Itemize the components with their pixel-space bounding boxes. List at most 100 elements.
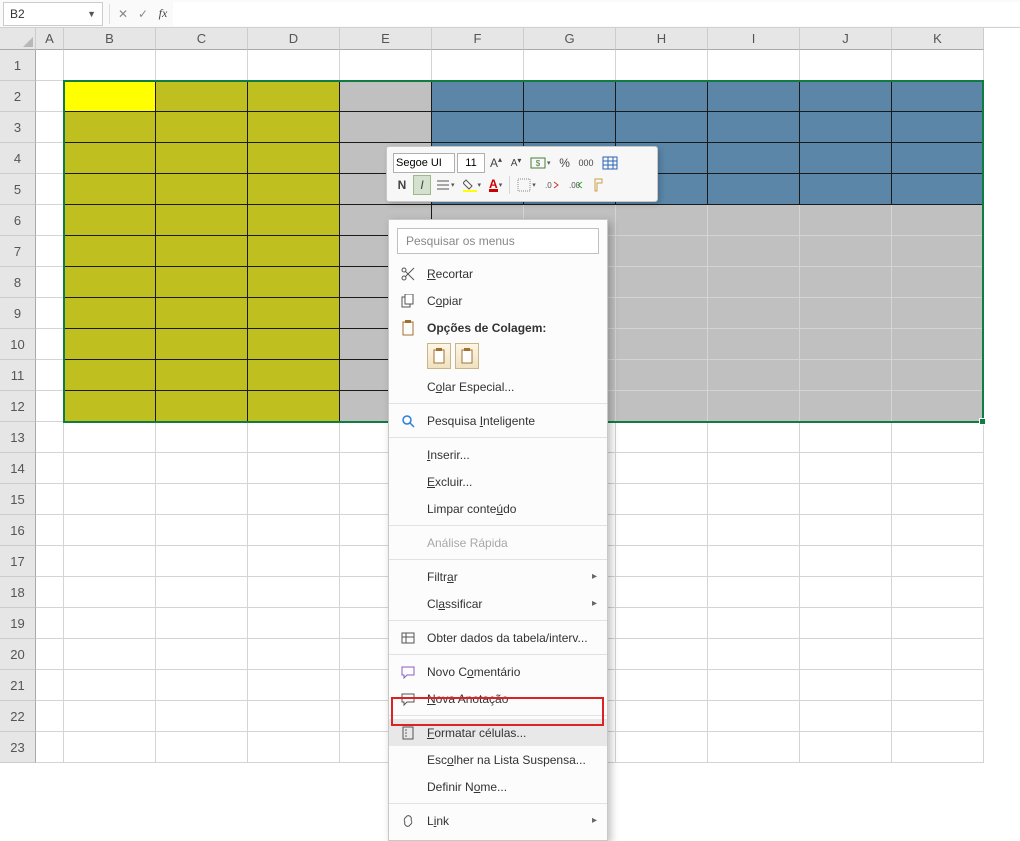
cell-K18[interactable] <box>892 577 984 608</box>
cell-A9[interactable] <box>36 298 64 329</box>
row-header-17[interactable]: 17 <box>0 546 36 577</box>
row-header-6[interactable]: 6 <box>0 205 36 236</box>
cell-D8[interactable] <box>248 267 340 298</box>
column-header-A[interactable]: A <box>36 28 64 50</box>
row-header-19[interactable]: 19 <box>0 608 36 639</box>
cell-I23[interactable] <box>708 732 800 763</box>
cell-D1[interactable] <box>248 50 340 81</box>
bold-button[interactable]: N <box>393 175 411 195</box>
row-header-13[interactable]: 13 <box>0 422 36 453</box>
cell-I3[interactable] <box>708 112 800 143</box>
select-all-corner[interactable] <box>0 28 36 50</box>
cell-A5[interactable] <box>36 174 64 205</box>
cell-D19[interactable] <box>248 608 340 639</box>
column-header-D[interactable]: D <box>248 28 340 50</box>
cell-I9[interactable] <box>708 298 800 329</box>
column-header-E[interactable]: E <box>340 28 432 50</box>
cell-I7[interactable] <box>708 236 800 267</box>
row-header-14[interactable]: 14 <box>0 453 36 484</box>
cell-I12[interactable] <box>708 391 800 422</box>
cell-B18[interactable] <box>64 577 156 608</box>
menu-item-sort[interactable]: Classificar▸ <box>389 590 607 617</box>
cell-A23[interactable] <box>36 732 64 763</box>
cell-D23[interactable] <box>248 732 340 763</box>
cell-A17[interactable] <box>36 546 64 577</box>
cell-C2[interactable] <box>156 81 248 112</box>
cell-J23[interactable] <box>800 732 892 763</box>
cell-C14[interactable] <box>156 453 248 484</box>
cell-B11[interactable] <box>64 360 156 391</box>
cell-A12[interactable] <box>36 391 64 422</box>
cell-B12[interactable] <box>64 391 156 422</box>
row-header-18[interactable]: 18 <box>0 577 36 608</box>
cell-I4[interactable] <box>708 143 800 174</box>
fill-color-button[interactable]: ▾ <box>460 175 485 195</box>
cell-A16[interactable] <box>36 515 64 546</box>
cell-J15[interactable] <box>800 484 892 515</box>
row-header-3[interactable]: 3 <box>0 112 36 143</box>
paste-option-paste[interactable] <box>427 343 451 369</box>
increase-font-button[interactable]: A▴ <box>487 153 505 173</box>
align-button[interactable]: ▾ <box>433 175 458 195</box>
cell-G1[interactable] <box>524 50 616 81</box>
decrease-font-button[interactable]: A▾ <box>507 153 525 173</box>
cell-H8[interactable] <box>616 267 708 298</box>
cell-D3[interactable] <box>248 112 340 143</box>
menu-item-format-cells[interactable]: Formatar células... <box>389 719 607 746</box>
column-header-K[interactable]: K <box>892 28 984 50</box>
cell-H17[interactable] <box>616 546 708 577</box>
cell-H6[interactable] <box>616 205 708 236</box>
cell-K1[interactable] <box>892 50 984 81</box>
cell-H13[interactable] <box>616 422 708 453</box>
cell-C22[interactable] <box>156 701 248 732</box>
cell-D10[interactable] <box>248 329 340 360</box>
cell-A19[interactable] <box>36 608 64 639</box>
cell-J8[interactable] <box>800 267 892 298</box>
cell-B9[interactable] <box>64 298 156 329</box>
cell-K4[interactable] <box>892 143 984 174</box>
cell-K12[interactable] <box>892 391 984 422</box>
cell-J22[interactable] <box>800 701 892 732</box>
decrease-decimal-button[interactable]: .0 <box>541 175 563 195</box>
cell-H7[interactable] <box>616 236 708 267</box>
cell-D16[interactable] <box>248 515 340 546</box>
cell-E2[interactable] <box>340 81 432 112</box>
cell-A18[interactable] <box>36 577 64 608</box>
cell-B23[interactable] <box>64 732 156 763</box>
cell-J20[interactable] <box>800 639 892 670</box>
increase-decimal-button[interactable]: .00 <box>565 175 587 195</box>
cell-D17[interactable] <box>248 546 340 577</box>
row-header-15[interactable]: 15 <box>0 484 36 515</box>
row-header-23[interactable]: 23 <box>0 732 36 763</box>
font-color-button[interactable]: A ▾ <box>486 175 505 195</box>
menu-item-pick-list[interactable]: Escolher na Lista Suspensa... <box>389 746 607 773</box>
cell-F2[interactable] <box>432 81 524 112</box>
column-header-H[interactable]: H <box>616 28 708 50</box>
cell-J1[interactable] <box>800 50 892 81</box>
cell-K21[interactable] <box>892 670 984 701</box>
cell-A8[interactable] <box>36 267 64 298</box>
row-header-7[interactable]: 7 <box>0 236 36 267</box>
cell-B15[interactable] <box>64 484 156 515</box>
cell-H9[interactable] <box>616 298 708 329</box>
cell-J18[interactable] <box>800 577 892 608</box>
cell-B21[interactable] <box>64 670 156 701</box>
cell-H14[interactable] <box>616 453 708 484</box>
cell-C16[interactable] <box>156 515 248 546</box>
column-header-F[interactable]: F <box>432 28 524 50</box>
cell-H15[interactable] <box>616 484 708 515</box>
cell-D20[interactable] <box>248 639 340 670</box>
percent-format-button[interactable]: % <box>556 153 574 173</box>
column-header-J[interactable]: J <box>800 28 892 50</box>
cell-B10[interactable] <box>64 329 156 360</box>
cell-A7[interactable] <box>36 236 64 267</box>
cell-B5[interactable] <box>64 174 156 205</box>
cell-J19[interactable] <box>800 608 892 639</box>
cell-I5[interactable] <box>708 174 800 205</box>
menu-item-new-comment[interactable]: Novo Comentário <box>389 658 607 685</box>
cell-K8[interactable] <box>892 267 984 298</box>
cell-I16[interactable] <box>708 515 800 546</box>
row-header-22[interactable]: 22 <box>0 701 36 732</box>
cell-J13[interactable] <box>800 422 892 453</box>
cell-A20[interactable] <box>36 639 64 670</box>
